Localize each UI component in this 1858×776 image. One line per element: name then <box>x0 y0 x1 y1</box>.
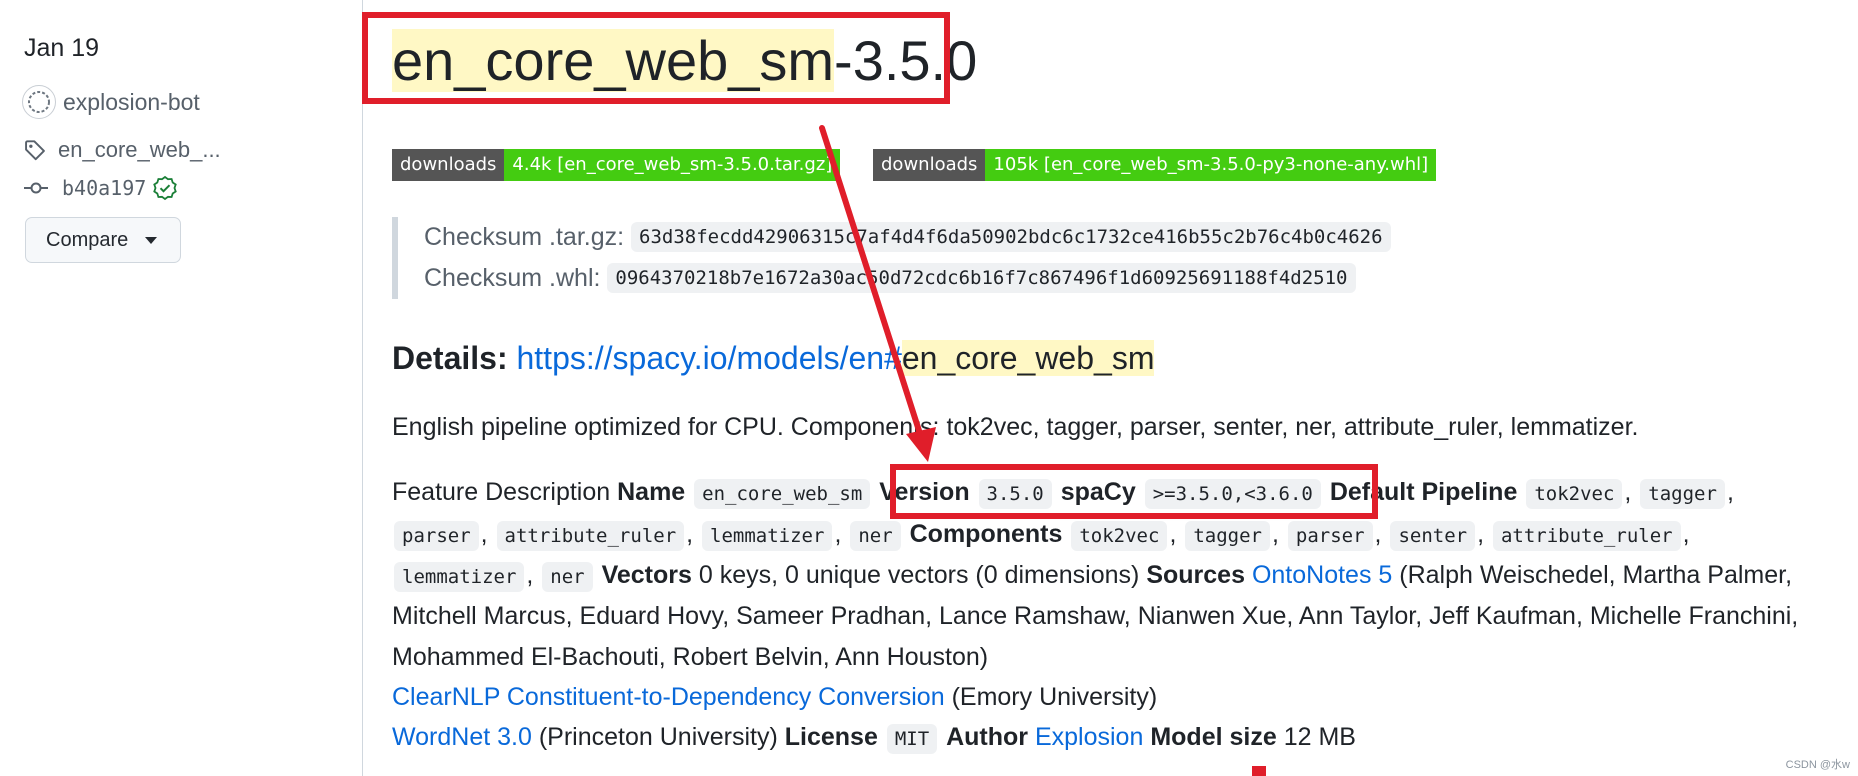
annotation-arrow-line <box>819 125 925 443</box>
annotation-arrow <box>819 125 1266 776</box>
annotation-arrowhead <box>906 427 936 462</box>
watermark: CSDN @水w <box>1785 759 1850 771</box>
annotation-fragment <box>1252 766 1266 776</box>
